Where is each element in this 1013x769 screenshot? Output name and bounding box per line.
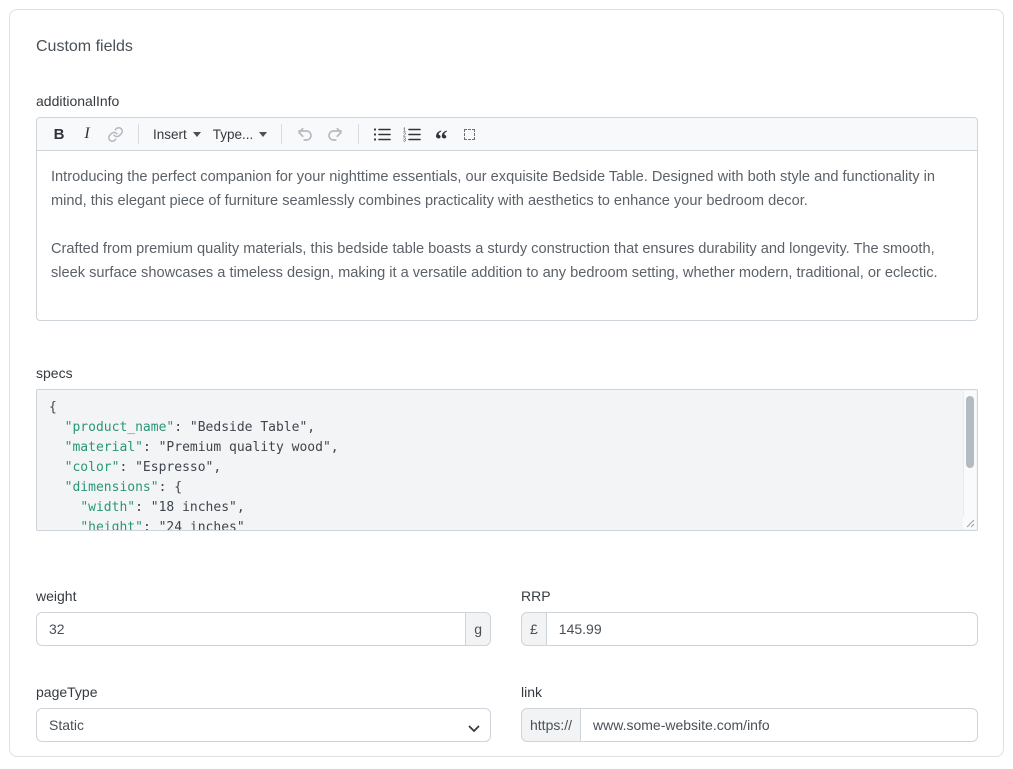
redo-icon	[326, 125, 344, 143]
specs-code: { "product_name": "Bedside Table", "mate…	[49, 398, 953, 531]
chevron-down-icon	[193, 132, 201, 137]
link-protocol-addon: https://	[521, 708, 580, 742]
insert-dropdown[interactable]: Insert	[147, 120, 207, 148]
undo-button[interactable]	[290, 120, 320, 148]
page-type-select[interactable]: Static	[36, 708, 491, 742]
page-type-field-group: pageType Static	[36, 684, 491, 742]
blockquote-button[interactable]: “	[427, 120, 455, 148]
toolbar-divider	[358, 124, 359, 144]
rrp-label: RRP	[521, 588, 978, 604]
link-input[interactable]	[580, 708, 978, 742]
toolbar-divider	[281, 124, 282, 144]
link-icon	[107, 126, 124, 143]
specs-scrollbar-thumb[interactable]	[966, 396, 974, 468]
bold-button[interactable]: B	[45, 120, 73, 148]
link-button[interactable]	[101, 120, 130, 148]
weight-field-group: weight g	[36, 588, 491, 646]
rrp-field-group: RRP £	[521, 588, 978, 646]
card-title: Custom fields	[36, 38, 977, 56]
ordered-list-icon: 1 2 3	[403, 127, 421, 142]
bullet-list-icon	[373, 127, 391, 142]
resize-handle-icon[interactable]	[963, 516, 976, 529]
rich-text-editor: B I Insert Type...	[36, 117, 978, 321]
italic-button[interactable]: I	[73, 120, 101, 148]
weight-input[interactable]	[36, 612, 466, 646]
specs-scrollbar[interactable]	[963, 391, 976, 519]
rte-content[interactable]: Introducing the perfect companion for yo…	[37, 151, 977, 320]
embed-box-icon	[464, 129, 475, 140]
link-label: link	[521, 684, 978, 700]
embed-button[interactable]	[455, 120, 483, 148]
chevron-down-icon	[259, 132, 267, 137]
additional-info-label: additionalInfo	[36, 93, 977, 109]
rte-paragraph: Crafted from premium quality materials, …	[51, 237, 963, 285]
weight-label: weight	[36, 588, 491, 604]
redo-button[interactable]	[320, 120, 350, 148]
specs-label: specs	[36, 365, 977, 381]
undo-icon	[296, 125, 314, 143]
rrp-currency-addon: £	[521, 612, 546, 646]
type-dropdown[interactable]: Type...	[207, 120, 274, 148]
custom-fields-card: Custom fields additionalInfo B I Insert …	[9, 9, 1004, 757]
ordered-list-button[interactable]: 1 2 3	[397, 120, 427, 148]
toolbar-divider	[138, 124, 139, 144]
type-dropdown-label: Type...	[213, 127, 254, 142]
link-field-group: link https://	[521, 684, 978, 742]
specs-textarea[interactable]: { "product_name": "Bedside Table", "mate…	[36, 389, 978, 531]
rte-paragraph: Introducing the perfect companion for yo…	[51, 165, 963, 213]
rrp-input[interactable]	[546, 612, 978, 646]
weight-unit-addon: g	[466, 612, 491, 646]
insert-dropdown-label: Insert	[153, 127, 187, 142]
bullet-list-button[interactable]	[367, 120, 397, 148]
quote-icon: “	[435, 135, 448, 145]
page-type-label: pageType	[36, 684, 491, 700]
svg-text:3: 3	[403, 137, 406, 142]
rte-toolbar: B I Insert Type...	[37, 118, 977, 151]
